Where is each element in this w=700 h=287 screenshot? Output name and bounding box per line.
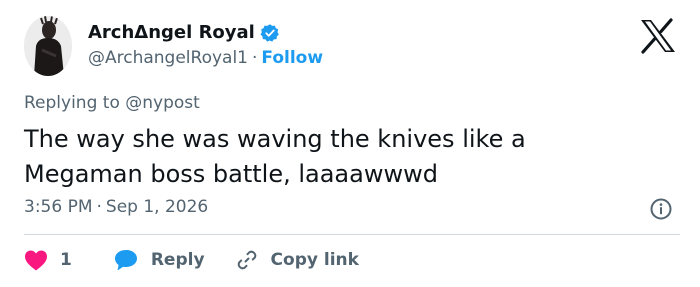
handle-row: @ArchangelRoyal1 · Follow (88, 48, 323, 68)
reply-button[interactable]: Reply (113, 248, 205, 272)
author-handle[interactable]: @ArchangelRoyal1 (88, 48, 248, 68)
replying-to[interactable]: Replying to @nypost (24, 93, 200, 113)
verified-badge-icon (260, 23, 280, 43)
x-logo-icon[interactable] (638, 18, 678, 54)
divider (24, 234, 680, 235)
tweet-text-line-1: The way she was waving the knives like a (24, 125, 526, 153)
avatar[interactable] (24, 16, 72, 76)
author-name-row: ArchΔngel Royal (88, 22, 280, 43)
like-button[interactable]: 1 (24, 249, 72, 271)
reply-label: Reply (150, 250, 205, 270)
copy-link-button[interactable]: Copy link (235, 248, 359, 272)
info-icon[interactable] (650, 198, 672, 220)
speech-bubble-icon (113, 248, 139, 272)
copy-link-label: Copy link (270, 250, 359, 270)
avatar-image (24, 16, 72, 76)
tweet-text-line-2: Megaman boss battle, laaaawwwd (24, 160, 438, 188)
tweet-text: The way she was waving the knives like a… (24, 122, 664, 192)
heart-icon (24, 249, 48, 271)
link-icon (235, 248, 259, 272)
action-bar: 1 Reply Copy link (24, 246, 359, 274)
tweet-date: Sep 1, 2026 (105, 197, 209, 217)
tweet-time: 3:56 PM (24, 197, 93, 217)
tweet-timestamp[interactable]: 3:56 PM · Sep 1, 2026 (24, 197, 208, 217)
tweet-embed: ArchΔngel Royal @ArchangelRoyal1 · Follow … (0, 0, 700, 287)
follow-button[interactable]: Follow (261, 48, 323, 68)
meta-separator: · (96, 197, 102, 217)
handle-separator: · (252, 48, 258, 68)
like-count: 1 (60, 250, 72, 270)
author-name[interactable]: ArchΔngel Royal (88, 22, 255, 43)
